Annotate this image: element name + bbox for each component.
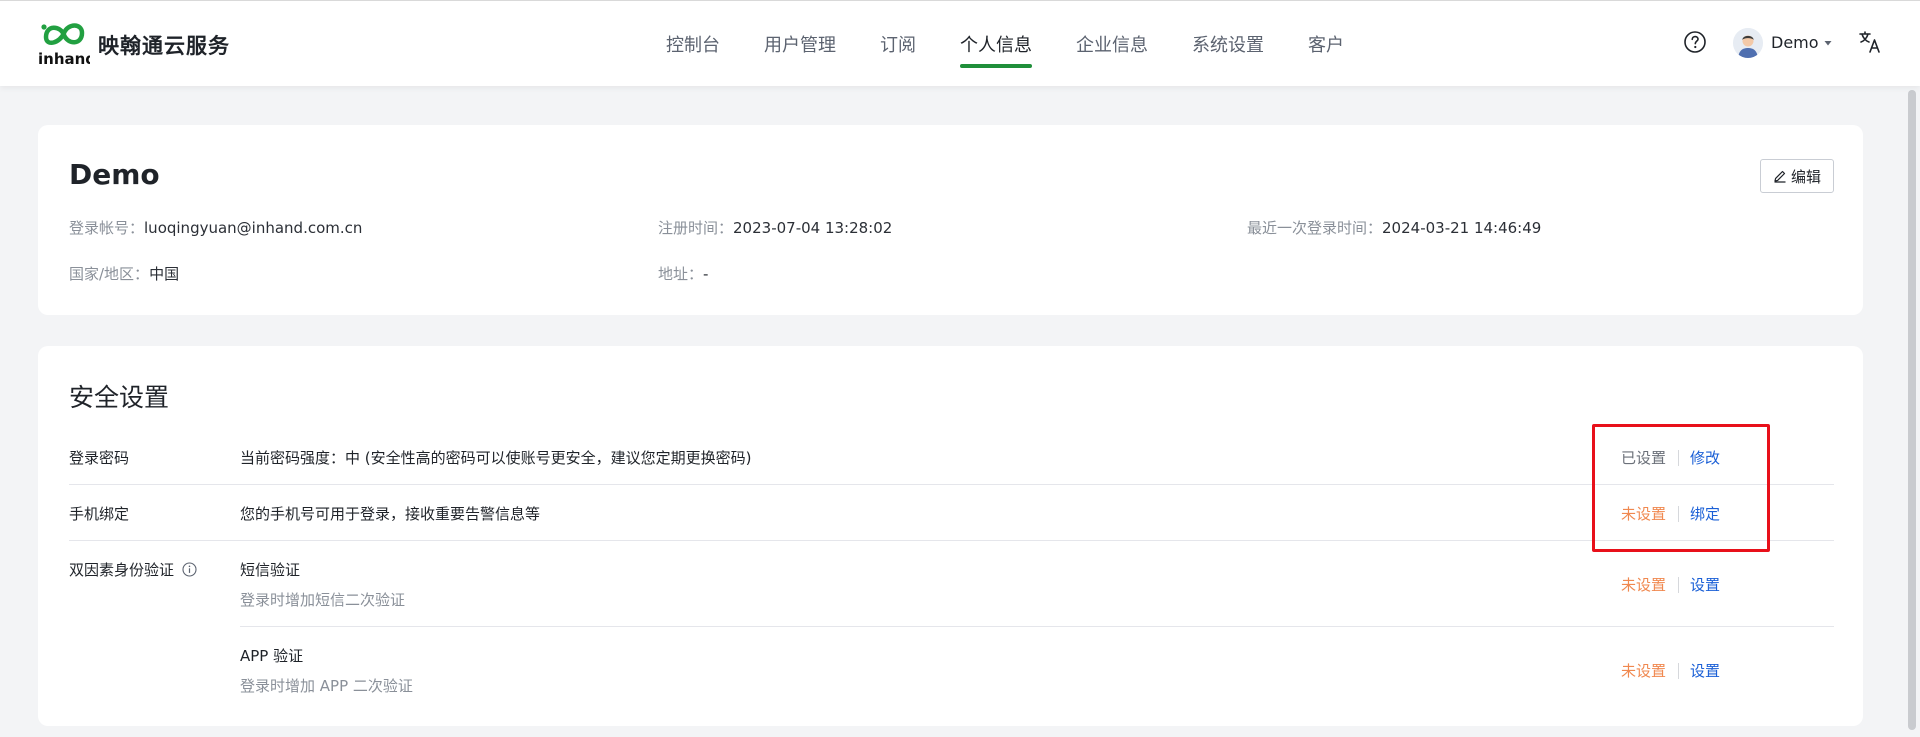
sms-setup-link[interactable]: 设置 bbox=[1690, 574, 1720, 595]
two-factor-label: 双因素身份验证 bbox=[69, 559, 197, 580]
nav-user-management[interactable]: 用户管理 bbox=[764, 1, 836, 87]
svg-text:inhand: inhand bbox=[38, 50, 90, 67]
register-time-label: 注册时间： bbox=[658, 219, 734, 237]
password-strength-desc: 当前密码强度：中 (安全性高的密码可以使账号更安全，建议您定期更换密码) bbox=[240, 449, 752, 467]
region-value: 中国 bbox=[149, 265, 180, 283]
row-divider bbox=[69, 484, 1834, 485]
phone-binding-desc: 您的手机号可用于登录，接收重要告警信息等 bbox=[240, 505, 541, 523]
app-verification-desc: 登录时增加 APP 二次验证 bbox=[240, 677, 413, 695]
password-label: 登录密码 bbox=[69, 449, 130, 467]
nav-system-settings[interactable]: 系统设置 bbox=[1192, 1, 1264, 87]
pencil-icon bbox=[1774, 170, 1786, 183]
translate-icon[interactable] bbox=[1858, 30, 1882, 54]
phone-binding-label: 手机绑定 bbox=[69, 505, 130, 523]
security-settings-card: 安全设置 登录密码 当前密码强度：中 (安全性高的密码可以使账号更安全，建议您定… bbox=[38, 346, 1863, 726]
app-status: 未设置 bbox=[1621, 662, 1667, 680]
scrollbar-thumb[interactable] bbox=[1908, 90, 1916, 730]
address-label: 地址： bbox=[658, 265, 704, 283]
app-verification-title: APP 验证 bbox=[240, 647, 304, 665]
edit-profile-button[interactable]: 编辑 bbox=[1760, 159, 1834, 193]
region-info: 国家/地区：中国 bbox=[69, 263, 179, 284]
info-circle-icon[interactable] bbox=[182, 562, 197, 577]
nav-subscription[interactable]: 订阅 bbox=[880, 1, 916, 87]
main-nav: 控制台 用户管理 订阅 个人信息 企业信息 系统设置 客户 bbox=[666, 1, 1388, 87]
brand-name: 映翰通云服务 bbox=[98, 34, 230, 58]
nav-console[interactable]: 控制台 bbox=[666, 1, 720, 87]
sms-verification-title: 短信验证 bbox=[240, 561, 301, 579]
user-menu-name[interactable]: Demo bbox=[1771, 33, 1819, 52]
nav-company-info[interactable]: 企业信息 bbox=[1076, 1, 1148, 87]
edit-button-label: 编辑 bbox=[1790, 167, 1821, 186]
address-info: 地址：- bbox=[658, 263, 708, 284]
top-bar: inhand 映翰通云服务 控制台 用户管理 订阅 个人信息 企业信息 系统设置… bbox=[0, 0, 1920, 86]
account-label: 登录帐号： bbox=[69, 219, 145, 237]
nav-personal-info[interactable]: 个人信息 bbox=[960, 1, 1032, 87]
address-value: - bbox=[703, 265, 709, 283]
account-info: 登录帐号：luoqingyuan@inhand.com.cn bbox=[69, 217, 362, 238]
annotation-highlight-box bbox=[1592, 424, 1770, 552]
last-login-label: 最近一次登录时间： bbox=[1247, 219, 1383, 237]
sms-status: 未设置 bbox=[1621, 576, 1667, 594]
security-title: 安全设置 bbox=[69, 383, 170, 412]
sms-separator bbox=[1678, 577, 1679, 593]
row-divider bbox=[240, 626, 1834, 627]
profile-card: Demo 编辑 登录帐号：luoqingyuan@inhand.com.cn 注… bbox=[38, 125, 1863, 315]
last-login-value: 2024-03-21 14:46:49 bbox=[1382, 219, 1542, 237]
last-login-info: 最近一次登录时间：2024-03-21 14:46:49 bbox=[1247, 217, 1541, 238]
region-label: 国家/地区： bbox=[69, 265, 150, 283]
register-time-value: 2023-07-04 13:28:02 bbox=[733, 219, 893, 237]
row-divider bbox=[69, 540, 1834, 541]
two-factor-label-text: 双因素身份验证 bbox=[69, 561, 175, 579]
account-value: luoqingyuan@inhand.com.cn bbox=[144, 219, 363, 237]
app-setup-link[interactable]: 设置 bbox=[1690, 660, 1720, 681]
page-scrollbar[interactable] bbox=[1904, 86, 1920, 737]
avatar-icon[interactable] bbox=[1733, 28, 1763, 58]
caret-down-icon[interactable] bbox=[1823, 38, 1833, 48]
nav-customers[interactable]: 客户 bbox=[1308, 1, 1344, 87]
app-separator bbox=[1678, 663, 1679, 679]
sms-verification-desc: 登录时增加短信二次验证 bbox=[240, 591, 406, 609]
register-time-info: 注册时间：2023-07-04 13:28:02 bbox=[658, 217, 892, 238]
inhand-logo[interactable]: inhand bbox=[38, 21, 90, 67]
profile-name: Demo bbox=[69, 158, 160, 191]
help-circle-icon[interactable] bbox=[1683, 30, 1707, 54]
